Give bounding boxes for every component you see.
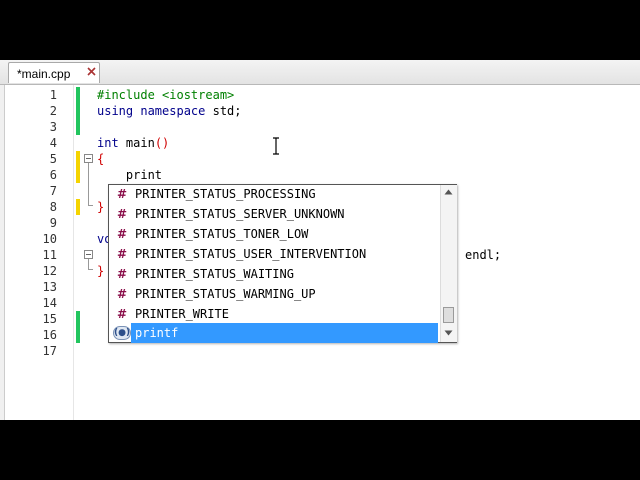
code-line-2: using namespace std;	[97, 103, 242, 119]
macro-icon: #	[117, 247, 128, 261]
line-number: 8	[49, 200, 57, 214]
function-icon: (●)	[113, 326, 131, 340]
autocomplete-item-label: PRINTER_WRITE	[135, 307, 229, 321]
fold-line	[88, 259, 89, 269]
code-line-5: {	[97, 152, 105, 166]
line-number: 4	[49, 136, 57, 150]
line-number: 2	[49, 104, 57, 118]
code-line-12: }	[97, 264, 105, 278]
autocomplete-item-selected[interactable]: (●) printf	[109, 323, 439, 343]
line-number: 1	[49, 88, 57, 102]
line-number: 7	[49, 184, 57, 198]
gutter-separator	[73, 85, 74, 420]
autocomplete-item[interactable]: # PRINTER_STATUS_SERVER_UNKNOWN	[109, 204, 439, 224]
close-icon[interactable]	[86, 66, 97, 77]
line-number: 9	[49, 216, 57, 230]
line-number: 3	[49, 120, 57, 134]
line-number: 11	[42, 248, 57, 262]
macro-icon: #	[117, 267, 128, 281]
scrollbar-thumb[interactable]	[443, 307, 454, 323]
autocomplete-item[interactable]: # PRINTER_STATUS_USER_INTERVENTION	[109, 244, 439, 264]
code-line-1: #include <iostream>	[97, 88, 235, 102]
function-name: main	[118, 136, 155, 150]
code-line-11-tail: endl;	[465, 248, 502, 262]
code-line-8: }	[97, 200, 105, 214]
line-number: 15	[42, 312, 57, 326]
scroll-up-arrow-icon[interactable]	[444, 189, 453, 195]
fold-toggle[interactable]	[84, 154, 93, 163]
ibeam-cursor-icon	[273, 137, 279, 155]
line-number: 6	[49, 168, 57, 182]
autocomplete-item-label: printf	[135, 326, 179, 340]
macro-icon: #	[117, 307, 128, 321]
fold-line	[88, 163, 89, 205]
fold-end	[88, 205, 93, 206]
code-text: std;	[205, 104, 242, 118]
autocomplete-item[interactable]: # PRINTER_STATUS_PROCESSING	[109, 184, 439, 204]
tab-main-cpp[interactable]: *main.cpp	[8, 62, 100, 83]
popup-scrollbar[interactable]	[440, 185, 457, 342]
tab-label: *main.cpp	[17, 67, 71, 81]
line-number-gutter: 1 2 3 4 5 6 7 8 9 10 11 12 13 14 15 16 1…	[5, 85, 71, 420]
saved-change-marker	[76, 311, 80, 343]
fold-toggle[interactable]	[84, 250, 93, 259]
tab-bar: *main.cpp	[0, 60, 640, 85]
autocomplete-item[interactable]: # PRINTER_STATUS_TONER_LOW	[109, 224, 439, 244]
line-number: 5	[49, 152, 57, 166]
autocomplete-item-label: PRINTER_STATUS_WARMING_UP	[135, 287, 316, 301]
code-line-6: print	[97, 168, 163, 182]
keyword: int	[97, 136, 119, 150]
macro-icon: #	[117, 207, 128, 221]
line-number: 10	[42, 232, 57, 246]
scroll-down-arrow-icon[interactable]	[444, 330, 453, 336]
line-number: 16	[42, 328, 57, 342]
autocomplete-item-label: PRINTER_STATUS_PROCESSING	[135, 187, 316, 201]
autocomplete-item[interactable]: # PRINTER_STATUS_WAITING	[109, 264, 439, 284]
fold-end	[88, 269, 93, 270]
unsaved-change-marker	[76, 151, 80, 183]
autocomplete-item-label: PRINTER_STATUS_WAITING	[135, 267, 294, 281]
saved-change-marker	[76, 87, 80, 135]
autocomplete-popup[interactable]: # PRINTER_STATUS_PROCESSING # PRINTER_ST…	[108, 184, 457, 343]
line-number: 14	[42, 296, 57, 310]
autocomplete-item[interactable]: # PRINTER_WRITE	[109, 304, 439, 324]
code-line-4: int main()	[97, 135, 169, 151]
autocomplete-item[interactable]: # PRINTER_STATUS_WARMING_UP	[109, 284, 439, 304]
parens: ()	[154, 136, 170, 150]
line-number: 12	[42, 264, 57, 278]
macro-icon: #	[117, 227, 128, 241]
autocomplete-item-label: PRINTER_STATUS_SERVER_UNKNOWN	[135, 207, 345, 221]
autocomplete-item-label: PRINTER_STATUS_TONER_LOW	[135, 227, 309, 241]
macro-icon: #	[117, 187, 128, 201]
line-number: 13	[42, 280, 57, 294]
unsaved-change-marker	[76, 199, 80, 215]
autocomplete-item-label: PRINTER_STATUS_USER_INTERVENTION	[135, 247, 367, 261]
macro-icon: #	[117, 287, 128, 301]
line-number: 17	[42, 344, 57, 358]
keyword: using namespace	[97, 104, 206, 118]
